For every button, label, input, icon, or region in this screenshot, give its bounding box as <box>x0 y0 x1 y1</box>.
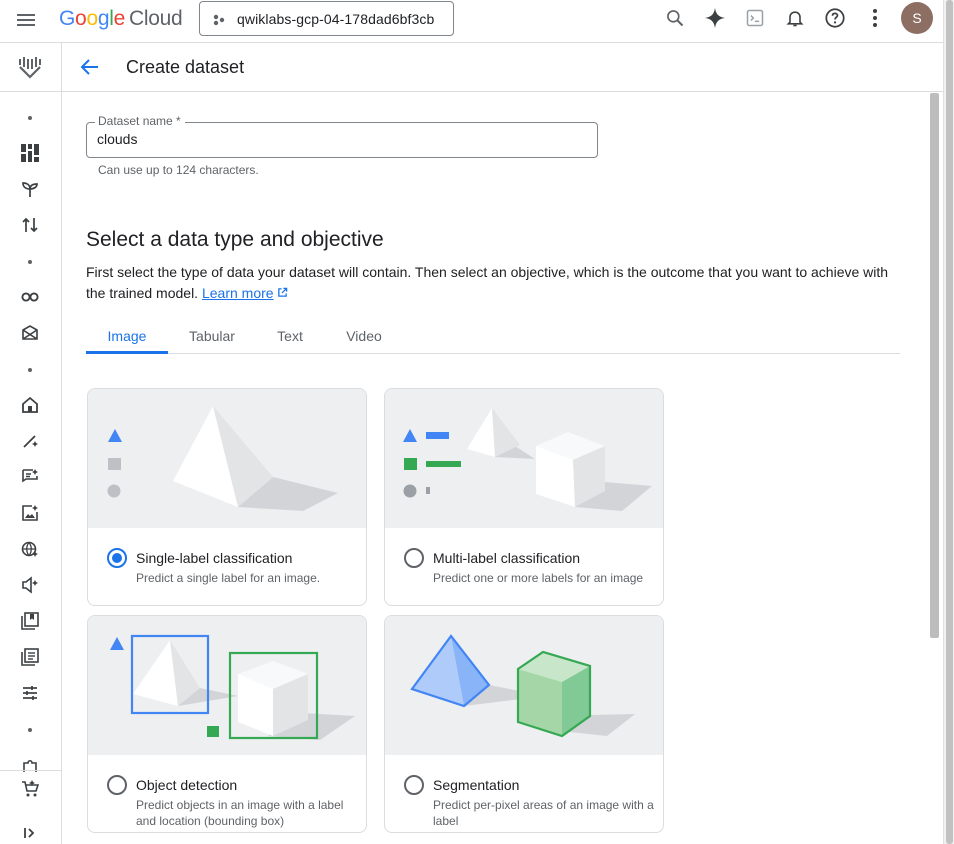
more-vert-icon[interactable] <box>855 0 895 36</box>
card-title: Object detection <box>136 777 238 793</box>
search-icon[interactable] <box>655 0 695 36</box>
objective-card-multi-label[interactable]: Multi-label classification Predict one o… <box>384 388 664 606</box>
tab-tabular[interactable]: Tabular <box>178 320 246 354</box>
object-detection-illustration <box>88 616 366 755</box>
vision-icon[interactable] <box>18 501 42 525</box>
help-icon[interactable] <box>815 0 855 36</box>
segmentation-radio[interactable] <box>404 775 424 795</box>
card-title: Multi-label classification <box>433 550 581 566</box>
colab-icon[interactable] <box>18 285 42 309</box>
tab-video[interactable]: Video <box>334 320 394 354</box>
left-nav-rail <box>0 43 62 844</box>
learn-more-link[interactable]: Learn more <box>202 285 274 301</box>
main-menu-icon[interactable] <box>14 11 38 31</box>
home-icon[interactable] <box>18 393 42 417</box>
card-description: Predict objects in an image with a label… <box>136 798 344 828</box>
pipelines-icon[interactable] <box>18 213 42 237</box>
card-title: Single-label classification <box>136 550 293 566</box>
notifications-icon[interactable] <box>775 0 815 36</box>
project-name: qwiklabs-gcp-04-178dad6bf3cb <box>237 11 435 27</box>
objective-card-segmentation[interactable]: Segmentation Predict per-pixel areas of … <box>384 615 664 833</box>
back-arrow-icon[interactable] <box>78 55 102 79</box>
project-dots-icon <box>213 14 225 26</box>
page-scrollbar[interactable] <box>943 0 954 844</box>
model-registry-icon[interactable] <box>18 645 42 669</box>
speech-icon[interactable] <box>18 573 42 597</box>
segmentation-illustration <box>385 616 663 755</box>
card-description: Predict a single label for an image. <box>136 571 321 585</box>
object-detection-radio[interactable] <box>107 775 127 795</box>
tab-image[interactable]: Image <box>86 320 168 354</box>
dataset-name-helper: Can use up to 124 characters. <box>98 163 259 177</box>
card-title: Segmentation <box>433 777 520 793</box>
freeform-icon[interactable] <box>18 465 42 489</box>
google-cloud-logo[interactable]: Google Cloud <box>59 7 183 31</box>
model-garden-icon[interactable] <box>18 177 42 201</box>
cloud-shell-icon[interactable] <box>735 0 775 36</box>
multi-label-illustration <box>385 389 663 528</box>
single-label-illustration <box>88 389 366 528</box>
card-description: Predict one or more labels for an image <box>433 571 644 585</box>
page-header: Create dataset <box>62 43 943 92</box>
expand-icon[interactable] <box>18 821 42 844</box>
tab-text[interactable]: Text <box>266 320 314 354</box>
dashboard-icon[interactable] <box>18 141 42 165</box>
data-type-tabs: Image Tabular Text Video <box>86 320 900 354</box>
gemini-sparkle-icon[interactable] <box>695 0 735 36</box>
external-link-icon <box>278 287 288 297</box>
section-title: Select a data type and objective <box>86 228 384 251</box>
tuning-icon[interactable] <box>18 681 42 705</box>
project-picker[interactable]: qwiklabs-gcp-04-178dad6bf3cb <box>199 1 454 36</box>
vertex-ai-logo-icon[interactable] <box>18 55 42 81</box>
card-description: Predict per-pixel areas of an image with… <box>433 798 654 828</box>
grounding-icon[interactable] <box>18 537 42 561</box>
dataset-name-value[interactable]: clouds <box>97 131 137 147</box>
workbench-icon[interactable] <box>18 321 42 345</box>
datasets-icon[interactable] <box>18 609 42 633</box>
page-title: Create dataset <box>126 57 245 77</box>
dataset-name-label: Dataset name * <box>95 114 185 128</box>
top-app-bar: Google Cloud qwiklabs-gcp-04-178dad6bf3cb… <box>0 0 943 43</box>
prompt-icon[interactable] <box>18 429 42 453</box>
marketplace-icon[interactable] <box>18 777 42 801</box>
objective-card-single-label[interactable]: Single-label classification Predict a si… <box>87 388 367 606</box>
page-scrollbar-thumb[interactable] <box>946 0 953 844</box>
objective-card-object-detection[interactable]: Object detection Predict objects in an i… <box>87 615 367 833</box>
content-scrollbar[interactable] <box>930 93 939 638</box>
extensions-icon[interactable] <box>18 753 42 777</box>
multi-label-radio[interactable] <box>404 548 424 568</box>
single-label-radio[interactable] <box>107 548 127 568</box>
section-description: First select the type of data your datas… <box>86 262 906 304</box>
account-avatar[interactable]: S <box>901 2 933 34</box>
